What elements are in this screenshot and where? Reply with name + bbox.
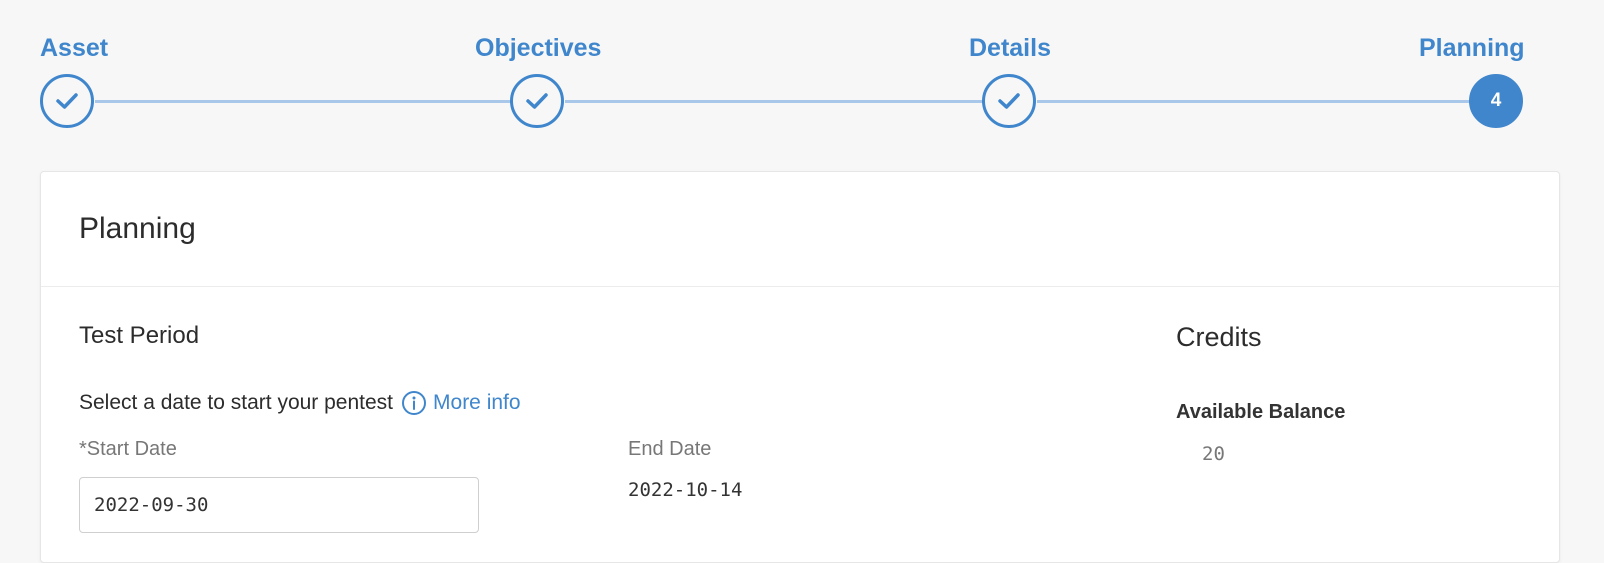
step-label-details[interactable]: Details <box>969 34 1051 63</box>
test-period-description: Select a date to start your pentest More… <box>79 390 521 416</box>
checkmark-icon <box>56 93 78 109</box>
info-icon <box>402 391 427 415</box>
credits-title: Credits <box>1176 322 1262 352</box>
checkmark-icon <box>998 93 1020 109</box>
start-date-input[interactable] <box>79 477 479 533</box>
card-title: Planning <box>79 212 196 245</box>
step-label-planning: Planning <box>1419 34 1525 62</box>
available-balance-label: Available Balance <box>1176 401 1346 423</box>
step-asset-button[interactable] <box>40 74 94 128</box>
step-objectives-button[interactable] <box>510 74 564 128</box>
planning-card: Planning Test Period Select a date to st… <box>40 171 1560 563</box>
step-details-button[interactable] <box>982 74 1036 128</box>
step-number: 4 <box>1490 90 1502 111</box>
card-divider <box>41 286 1559 287</box>
step-label-asset[interactable]: Asset <box>40 34 108 63</box>
end-date-label: End Date <box>628 438 712 460</box>
test-period-title: Test Period <box>79 322 200 349</box>
step-connector <box>1037 100 1470 103</box>
step-label-objectives[interactable]: Objectives <box>475 34 601 63</box>
progress-stepper: Asset Objectives Details Planning 4 <box>0 0 1604 160</box>
checkmark-icon <box>526 93 548 109</box>
more-info-label[interactable]: More info <box>433 391 521 415</box>
available-balance-value: 20 <box>1202 443 1225 465</box>
end-date-value: 2022-10-14 <box>628 479 743 501</box>
step-connector <box>565 100 983 103</box>
description-text: Select a date to start your pentest <box>79 391 394 414</box>
more-info-link[interactable]: More info <box>401 390 521 416</box>
start-date-label: *Start Date <box>79 438 177 460</box>
step-planning-current: 4 <box>1469 74 1523 128</box>
step-connector <box>95 100 511 103</box>
